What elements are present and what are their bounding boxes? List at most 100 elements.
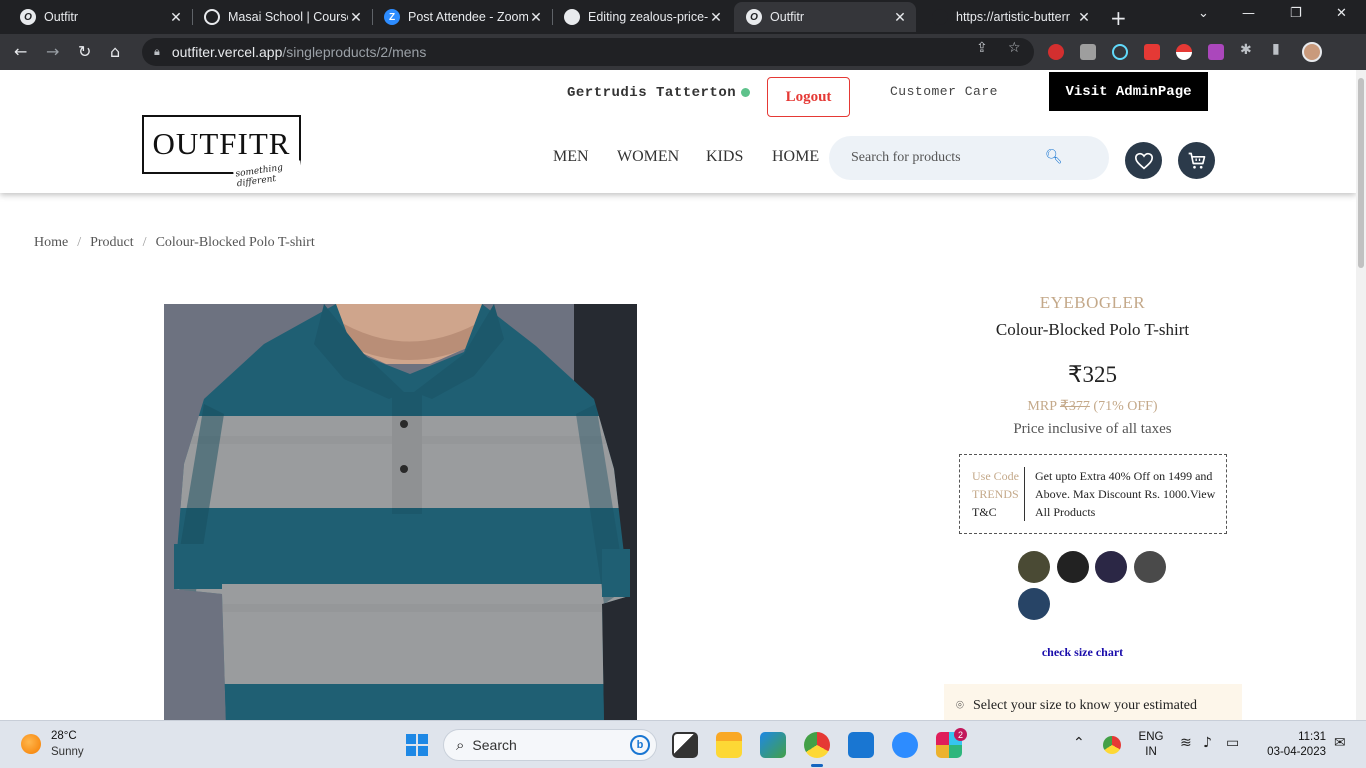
weather-condition[interactable]: Sunny: [51, 746, 84, 758]
logout-button[interactable]: Logout: [767, 77, 850, 117]
browser-tab-bar: O Outfitr ✕ Masai School | Course ✕ Z Po…: [0, 0, 1366, 34]
nav-home[interactable]: HOME: [772, 148, 819, 166]
tax-note: Price inclusive of all taxes: [1013, 421, 1172, 437]
new-tab-icon[interactable]: +: [1110, 6, 1127, 30]
product-price: ₹325: [1067, 362, 1118, 387]
color-swatch-olive[interactable]: [1018, 551, 1050, 583]
extension-icon[interactable]: [1208, 44, 1224, 60]
close-tab-icon[interactable]: ✕: [528, 9, 544, 26]
color-swatch-navy[interactable]: [1095, 551, 1127, 583]
system-clock[interactable]: 11:31 03-04-2023: [1256, 730, 1326, 760]
restore-icon[interactable]: ❐: [1290, 6, 1302, 21]
profile-avatar[interactable]: [1302, 42, 1322, 62]
reload-icon[interactable]: ↻: [78, 42, 91, 61]
minimize-icon[interactable]: —: [1242, 6, 1255, 21]
site-header: Gertrudis Tatterton Logout Customer Care…: [0, 70, 1356, 193]
discount-label: (71% OFF): [1093, 399, 1158, 414]
mrp-value: ₹377: [1059, 399, 1090, 414]
delivery-estimate-text: Select your size to know your estimated: [973, 698, 1197, 713]
microsoft-store-icon[interactable]: [760, 732, 786, 758]
url-path: /singleproducts/2/mens: [282, 44, 427, 60]
tab-title: Post Attendee - Zoom: [408, 10, 528, 24]
scrollbar-thumb[interactable]: [1358, 78, 1364, 268]
breadcrumb-home[interactable]: Home: [34, 235, 68, 251]
extension-icon[interactable]: [1080, 44, 1096, 60]
windows-start-icon[interactable]: [406, 734, 428, 756]
nav-kids[interactable]: KIDS: [706, 148, 743, 166]
extension-icon[interactable]: [1144, 44, 1160, 60]
tab-search-chevron-icon[interactable]: ⌄: [1198, 6, 1209, 21]
language-indicator[interactable]: ENG IN: [1138, 730, 1164, 760]
customer-care-link[interactable]: Customer Care: [890, 84, 998, 99]
battery-icon[interactable]: ▭: [1226, 735, 1239, 751]
wishlist-button[interactable]: [1125, 142, 1162, 179]
search-bar: 🔍︎: [829, 136, 1109, 180]
chrome-tray-icon[interactable]: [1103, 736, 1121, 754]
close-tab-icon[interactable]: ✕: [1076, 9, 1092, 26]
close-tab-icon[interactable]: ✕: [348, 9, 364, 26]
visit-admin-page-button[interactable]: Visit AdminPage: [1049, 72, 1208, 111]
breadcrumb-product[interactable]: Product: [90, 235, 134, 251]
browser-tab-2[interactable]: Masai School | Course ✕: [192, 2, 372, 32]
language-code: ENG: [1138, 731, 1164, 743]
react-devtools-icon[interactable]: [1112, 44, 1128, 60]
address-bar[interactable]: 🔒︎ outfiter.vercel.app/singleproducts/2/…: [142, 38, 1034, 66]
notifications-icon[interactable]: ✉: [1334, 735, 1346, 751]
tab-title: https://artistic-butterr: [956, 10, 1070, 24]
zoom-icon[interactable]: [892, 732, 918, 758]
zoom-favicon-icon: Z: [384, 9, 400, 25]
browser-tab-1[interactable]: O Outfitr ✕: [8, 2, 192, 32]
tab-title: Outfitr: [44, 10, 79, 24]
browser-tab-4[interactable]: Editing zealous-price- ✕: [552, 2, 732, 32]
file-explorer-icon[interactable]: [716, 732, 742, 758]
adblock-extension-icon[interactable]: [1048, 44, 1064, 60]
close-tab-icon[interactable]: ✕: [892, 9, 908, 26]
close-window-icon[interactable]: ✕: [1336, 6, 1347, 21]
page-scrollbar[interactable]: [1356, 70, 1366, 720]
vscode-icon[interactable]: [848, 732, 874, 758]
forward-arrow-icon[interactable]: →: [46, 42, 59, 61]
cart-icon: [1188, 152, 1205, 169]
chrome-icon[interactable]: [804, 732, 830, 767]
task-view-icon[interactable]: [672, 732, 698, 758]
offer-text[interactable]: Get upto Extra 40% Off on 1499 and Above…: [1035, 467, 1221, 521]
color-swatch-grey[interactable]: [1134, 551, 1166, 583]
search-input[interactable]: [851, 150, 1041, 166]
browser-tab-3[interactable]: Z Post Attendee - Zoom ✕: [372, 2, 552, 32]
side-panel-icon[interactable]: ▮: [1272, 41, 1280, 57]
volume-icon[interactable]: ♪: [1203, 735, 1212, 751]
bookmark-star-icon[interactable]: ☆: [1008, 40, 1021, 56]
size-chart-link[interactable]: check size chart: [943, 645, 1222, 660]
lock-icon: 🔒︎: [154, 45, 160, 58]
breadcrumb-current: Colour-Blocked Polo T-shirt: [155, 235, 315, 250]
home-icon[interactable]: ⌂: [110, 42, 120, 61]
share-icon[interactable]: ⇪: [976, 40, 988, 56]
terms-link[interactable]: T&C: [972, 503, 1028, 521]
product-image[interactable]: [164, 304, 637, 720]
pokeball-extension-icon[interactable]: [1176, 44, 1192, 60]
sun-weather-icon[interactable]: [21, 734, 41, 754]
color-swatch-blue[interactable]: [1018, 588, 1050, 620]
bing-icon[interactable]: b: [630, 735, 650, 755]
outfitr-logo[interactable]: OUTFITR something different: [142, 115, 304, 190]
offer-box: Use Code TRENDS T&C Get upto Extra 40% O…: [959, 454, 1227, 534]
offer-code-label: Use Code: [972, 469, 1019, 483]
puzzle-extensions-icon[interactable]: ✱: [1240, 42, 1252, 58]
weather-temperature[interactable]: 28°C: [51, 730, 77, 742]
taskbar-search-box[interactable]: ⌕ Search b: [443, 729, 657, 761]
back-arrow-icon[interactable]: ←: [14, 42, 27, 61]
close-tab-icon[interactable]: ✕: [708, 9, 724, 26]
browser-tab-6[interactable]: https://artistic-butterr ✕: [920, 2, 1100, 32]
nav-women[interactable]: WOMEN: [617, 148, 679, 166]
breadcrumb: Home / Product / Colour-Blocked Polo T-s…: [34, 235, 315, 251]
color-swatch-black[interactable]: [1057, 551, 1089, 583]
outfitr-favicon-icon: O: [20, 9, 36, 25]
close-tab-icon[interactable]: ✕: [168, 9, 184, 26]
search-icon[interactable]: 🔍︎: [1045, 149, 1063, 165]
location-pin-icon: ⌾: [956, 698, 964, 713]
wifi-icon[interactable]: ≋: [1180, 735, 1192, 751]
browser-tab-5-active[interactable]: O Outfitr ✕: [734, 2, 916, 32]
cart-button[interactable]: [1178, 142, 1215, 179]
nav-men[interactable]: MEN: [553, 148, 589, 166]
show-hidden-icons-chevron-icon[interactable]: ⌃: [1073, 735, 1085, 751]
